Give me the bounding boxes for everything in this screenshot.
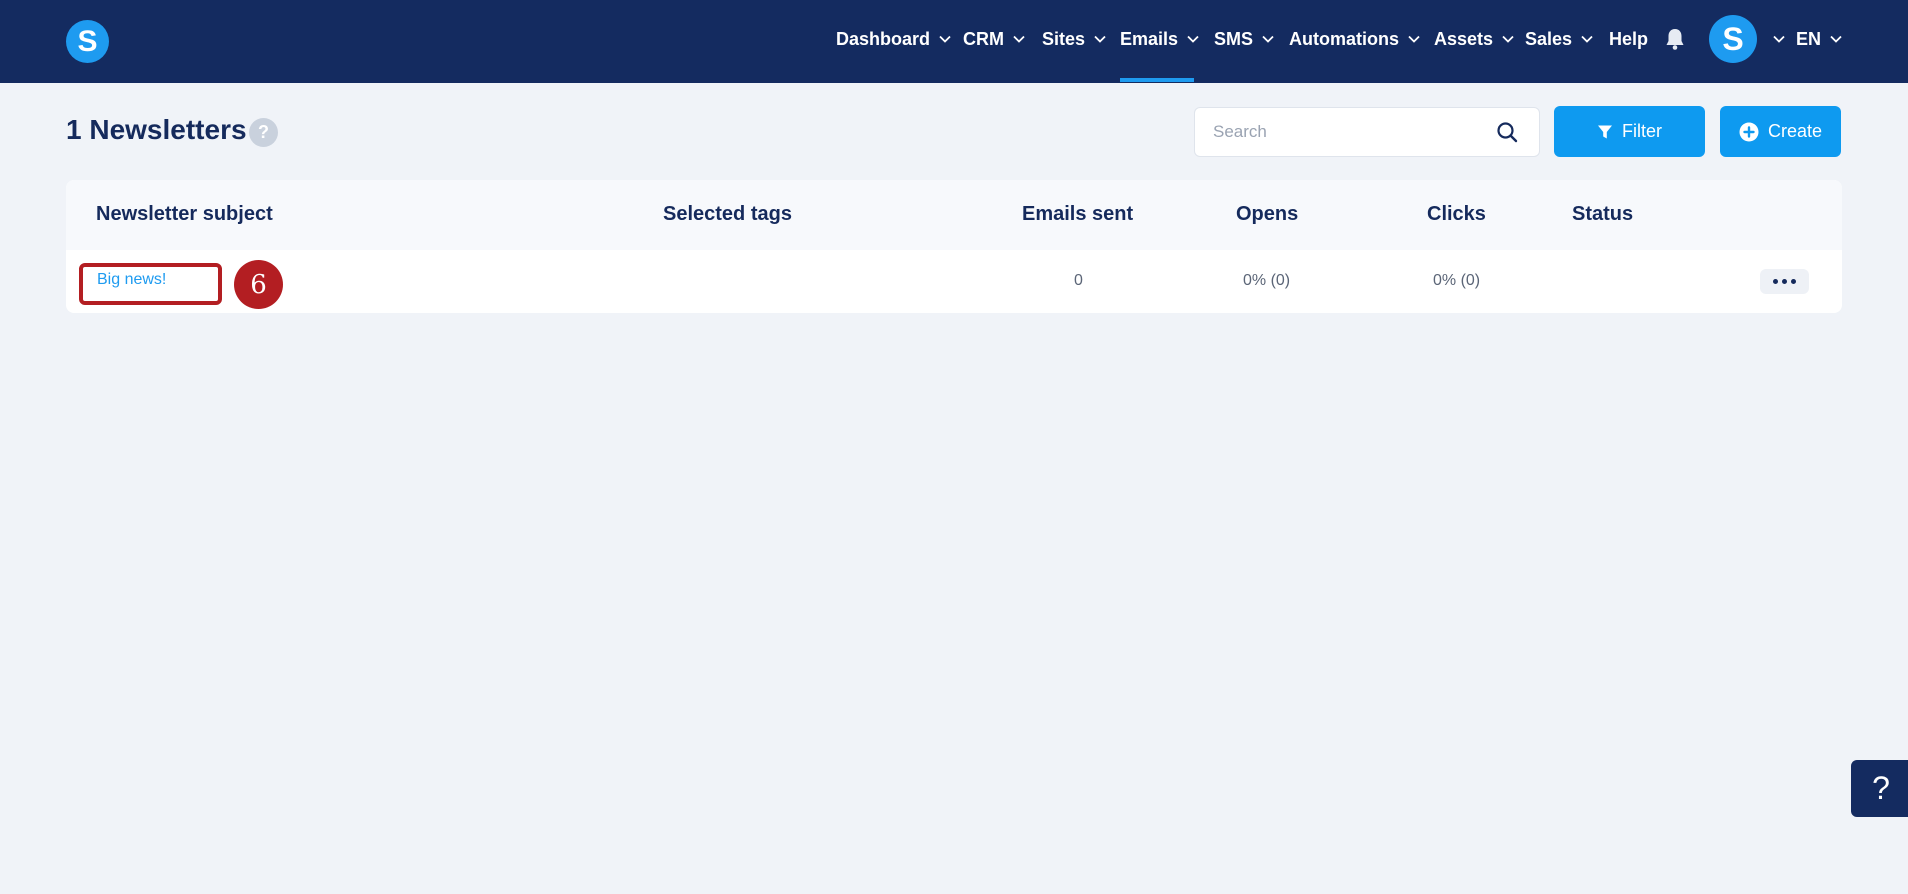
chevron-down-icon[interactable] — [1773, 35, 1785, 43]
nav-item-label: Sales — [1525, 28, 1573, 49]
nav-item-label: Emails — [1120, 28, 1179, 49]
nav-item-sms[interactable]: SMS — [1214, 0, 1274, 78]
help-widget-button[interactable]: ? — [1851, 760, 1908, 817]
annotation-step-badge: 6 — [234, 260, 283, 309]
chevron-down-icon — [939, 35, 951, 43]
nav-item-dashboard[interactable]: Dashboard — [836, 0, 951, 78]
nav-item-help[interactable]: Help — [1609, 0, 1648, 78]
cell-clicks: 0% (0) — [1433, 272, 1481, 289]
column-header-status[interactable]: Status — [1572, 203, 1633, 226]
search-field[interactable] — [1194, 107, 1540, 157]
language-label: EN — [1796, 28, 1822, 49]
nav-item-label: SMS — [1214, 28, 1254, 49]
search-icon[interactable] — [1496, 121, 1518, 143]
chevron-down-icon — [1262, 35, 1274, 43]
nav-item-label: Dashboard — [836, 28, 931, 49]
top-navbar: S Dashboard CRM Sites Emails SMS Automat… — [0, 0, 1908, 83]
column-header-emails-sent[interactable]: Emails sent — [1022, 203, 1133, 226]
nav-item-sites[interactable]: Sites — [1042, 0, 1106, 78]
chevron-down-icon — [1830, 35, 1842, 43]
chevron-down-icon — [1502, 35, 1514, 43]
nav-item-crm[interactable]: CRM — [963, 0, 1025, 78]
nav-item-emails[interactable]: Emails — [1120, 0, 1199, 78]
nav-item-assets[interactable]: Assets — [1434, 0, 1514, 78]
notifications-bell-icon[interactable] — [1664, 27, 1686, 51]
chevron-down-icon — [1094, 35, 1106, 43]
column-header-clicks[interactable]: Clicks — [1427, 203, 1486, 226]
search-input[interactable] — [1213, 108, 1483, 156]
more-dot — [1782, 279, 1787, 284]
more-dot — [1791, 279, 1796, 284]
chevron-down-icon — [1187, 35, 1199, 43]
nav-item-label: Automations — [1289, 28, 1399, 49]
help-question-icon[interactable]: ? — [249, 118, 278, 147]
column-header-subject[interactable]: Newsletter subject — [96, 203, 273, 226]
filter-funnel-icon — [1598, 125, 1612, 138]
table-header: Newsletter subject Selected tags Emails … — [66, 180, 1842, 250]
app-logo[interactable]: S — [66, 20, 109, 63]
annotation-highlight-box — [79, 263, 222, 305]
row-actions-more-button[interactable] — [1760, 269, 1809, 294]
active-tab-indicator — [1120, 78, 1194, 82]
nav-item-label: Help — [1609, 28, 1649, 49]
nav-item-label: Assets — [1434, 28, 1494, 49]
chevron-down-icon — [1408, 35, 1420, 43]
cell-opens: 0% (0) — [1243, 272, 1291, 289]
page-title: 1 Newsletters — [66, 114, 247, 145]
user-avatar[interactable]: S — [1709, 15, 1757, 63]
filter-button-label: Filter — [1622, 121, 1662, 141]
column-header-tags[interactable]: Selected tags — [663, 203, 792, 226]
cell-emails-sent: 0 — [1074, 272, 1083, 289]
more-dot — [1773, 279, 1778, 284]
chevron-down-icon — [1013, 35, 1025, 43]
newsletters-table: Newsletter subject Selected tags Emails … — [66, 180, 1842, 313]
create-button-label: Create — [1767, 121, 1823, 141]
language-selector[interactable]: EN — [1796, 0, 1842, 78]
create-button[interactable]: Create — [1720, 106, 1841, 157]
column-header-opens[interactable]: Opens — [1236, 203, 1298, 226]
nav-item-automations[interactable]: Automations — [1289, 0, 1420, 78]
chevron-down-icon — [1581, 35, 1593, 43]
plus-circle-icon — [1739, 122, 1759, 141]
nav-item-label: Sites — [1042, 28, 1086, 49]
filter-button[interactable]: Filter — [1554, 106, 1705, 157]
nav-item-label: CRM — [963, 28, 1004, 49]
nav-item-sales[interactable]: Sales — [1525, 0, 1593, 78]
